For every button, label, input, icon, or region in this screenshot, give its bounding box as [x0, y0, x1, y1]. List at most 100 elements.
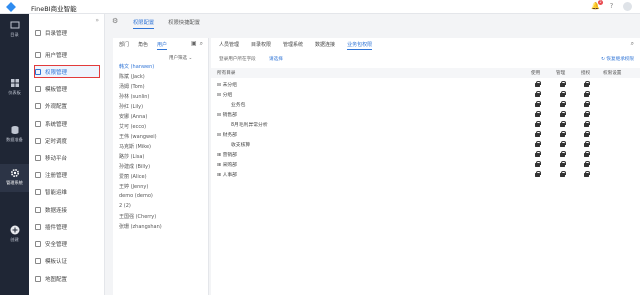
nav-create[interactable]: 创建	[0, 221, 29, 249]
menu-item[interactable]: 数据连接	[35, 204, 99, 215]
tab-role[interactable]: 角色	[138, 41, 148, 50]
list-item[interactable]: 艾可 (ecco)	[119, 123, 146, 130]
list-item[interactable]: 孙建成 (Billy)	[119, 163, 150, 170]
lock-icon[interactable]	[560, 90, 566, 97]
tab-business-package-permission[interactable]: 业务包权限	[347, 41, 373, 50]
table-row[interactable]: 业务包	[211, 99, 640, 109]
list-item[interactable]: 王伟 (wangwei)	[119, 133, 157, 140]
expand-icon[interactable]: ⊟	[217, 83, 221, 88]
menu-item[interactable]: 注册管理	[35, 169, 99, 180]
lock-icon[interactable]	[560, 120, 566, 127]
lock-icon[interactable]	[560, 130, 566, 137]
menu-item[interactable]: 安全管理	[35, 238, 99, 249]
list-item[interactable]: 汤姆 (Tom)	[119, 83, 145, 90]
list-item[interactable]: 王婷 (Jenny)	[119, 183, 148, 190]
menu-item-permission[interactable]: 权限管理	[34, 65, 100, 78]
menu-item[interactable]: 移动平台	[35, 152, 99, 163]
lock-icon[interactable]	[560, 100, 566, 107]
lock-icon[interactable]	[584, 120, 590, 127]
nav-catalog[interactable]: 目录	[0, 16, 29, 44]
expand-icon[interactable]: ⊟	[217, 93, 221, 98]
table-row[interactable]: ⊞ 采购部	[211, 159, 640, 169]
nav-dashboard[interactable]: 仪表板	[0, 74, 29, 102]
select-link[interactable]: 请选择	[269, 56, 283, 62]
list-item[interactable]: 孙红 (Lily)	[119, 103, 143, 110]
list-item[interactable]: 陈斌 (Jack)	[119, 73, 145, 80]
camera-icon[interactable]: ▣	[191, 40, 197, 48]
user-filter-dropdown[interactable]: 用户筛选 ⌄	[169, 55, 192, 61]
menu-item[interactable]: 插件管理	[35, 221, 99, 232]
tab-user[interactable]: 用户	[157, 41, 168, 50]
lock-icon[interactable]	[584, 130, 590, 137]
lock-icon[interactable]	[535, 90, 541, 97]
menu-item[interactable]: 系统管理	[35, 118, 99, 129]
tab-catalog-permission[interactable]: 目录权限	[251, 41, 271, 50]
lock-icon[interactable]	[535, 140, 541, 147]
list-item[interactable]: 2 (2)	[119, 203, 131, 209]
menu-item[interactable]: 目录管理	[35, 27, 99, 38]
table-row[interactable]: ⊟ 未分组	[211, 79, 640, 89]
menu-item[interactable]: 地图配置	[35, 273, 99, 284]
tab-management-system[interactable]: 管理系统	[283, 41, 303, 50]
lock-icon[interactable]	[584, 100, 590, 107]
tab-data-connection[interactable]: 数据连接	[315, 41, 335, 50]
list-item[interactable]: 张珊 (zhangshan)	[119, 223, 162, 230]
table-row[interactable]: ⊟ 分组	[211, 89, 640, 99]
lock-icon[interactable]	[584, 170, 590, 177]
list-item[interactable]: 马克斯 (Mike)	[119, 143, 151, 150]
help-icon[interactable]: ?	[607, 2, 616, 11]
table-row[interactable]: 8月毛利异常分析	[211, 119, 640, 129]
lock-icon[interactable]	[584, 140, 590, 147]
lock-icon[interactable]	[535, 80, 541, 87]
table-row[interactable]: ⊞ 营销部	[211, 149, 640, 159]
expand-icon[interactable]: ⊞	[217, 173, 221, 178]
lock-icon[interactable]	[560, 150, 566, 157]
lock-icon[interactable]	[584, 80, 590, 87]
menu-item[interactable]: 模板认证	[35, 255, 99, 266]
lock-icon[interactable]	[535, 150, 541, 157]
lock-icon[interactable]	[584, 150, 590, 157]
lock-icon[interactable]	[535, 130, 541, 137]
collapse-icon[interactable]: »	[95, 17, 99, 24]
lock-icon[interactable]	[535, 120, 541, 127]
lock-icon[interactable]	[535, 100, 541, 107]
menu-item[interactable]: 智能运维	[35, 186, 99, 197]
search-icon[interactable]: ⌕	[200, 40, 203, 48]
nav-management[interactable]: 管理系统	[0, 164, 29, 192]
lock-icon[interactable]	[535, 170, 541, 177]
expand-icon[interactable]: ⊟	[217, 113, 221, 118]
lock-icon[interactable]	[535, 160, 541, 167]
menu-item[interactable]: 模板管理	[35, 83, 99, 94]
list-item[interactable]: 孙林 (sunlin)	[119, 93, 149, 100]
table-row[interactable]: ⊞ 人事部	[211, 169, 640, 179]
user-avatar[interactable]	[623, 2, 632, 11]
table-row[interactable]: 收支核算	[211, 139, 640, 149]
list-item[interactable]: 爱丽 (Alice)	[119, 173, 147, 180]
restore-inherit-button[interactable]: ↻ 恢复继承权限	[601, 56, 634, 62]
lock-icon[interactable]	[584, 110, 590, 117]
expand-icon[interactable]: ⊞	[217, 163, 221, 168]
notification-icon[interactable]: 🔔 2	[591, 0, 603, 11]
list-item[interactable]: 路莎 (Lisa)	[119, 153, 144, 160]
lock-icon[interactable]	[560, 160, 566, 167]
table-row[interactable]: ⊟ 销售部	[211, 109, 640, 119]
table-row[interactable]: ⊟ 财务部	[211, 129, 640, 139]
list-item[interactable]: 韩文 (hanwen)	[119, 63, 154, 70]
menu-item[interactable]: 外观配置	[35, 100, 99, 111]
expand-icon[interactable]: ⊟	[217, 133, 221, 138]
settings-gear-icon[interactable]: ⚙	[112, 17, 118, 25]
search-icon[interactable]: ⌕	[631, 40, 634, 48]
lock-icon[interactable]	[560, 140, 566, 147]
nav-data-prep[interactable]: 数据准备	[0, 121, 29, 149]
tab-personnel[interactable]: 人员管理	[219, 41, 239, 50]
list-item[interactable]: 安娜 (Anna)	[119, 113, 147, 120]
lock-icon[interactable]	[535, 110, 541, 117]
lock-icon[interactable]	[560, 110, 566, 117]
tab-quick-config[interactable]: 权限快捷配置	[168, 18, 200, 29]
lock-icon[interactable]	[560, 80, 566, 87]
lock-icon[interactable]	[584, 160, 590, 167]
menu-item[interactable]: 定时调度	[35, 135, 99, 146]
tab-department[interactable]: 部门	[119, 41, 129, 50]
menu-item[interactable]: 用户管理	[35, 49, 99, 60]
list-item[interactable]: demo (demo)	[119, 193, 153, 199]
